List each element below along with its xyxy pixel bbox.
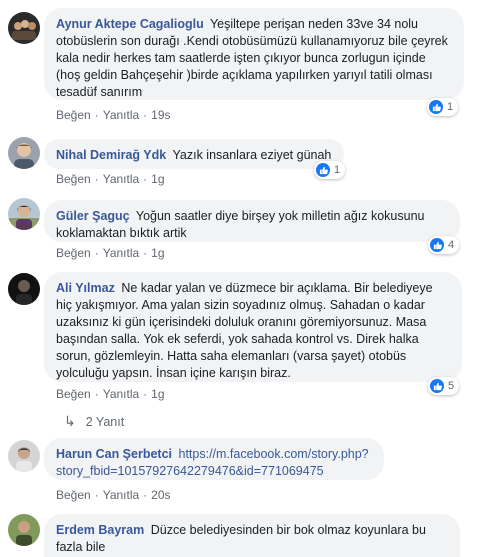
avatar[interactable]	[8, 514, 40, 546]
reply-button[interactable]: Yanıtla	[103, 488, 139, 502]
like-button[interactable]: Beğen	[56, 488, 91, 502]
man-field-photo-icon	[8, 514, 40, 546]
reply-arrow-icon: ↳	[64, 413, 76, 429]
separator: ·	[94, 172, 99, 186]
comment-time[interactable]: 20s	[151, 488, 170, 502]
comment-bubble: Ali Yılmaz Ne kadar yalan ve düzmece bir…	[44, 272, 462, 382]
comment-bubble: Harun Can Şerbetci https://m.facebook.co…	[44, 438, 384, 480]
group-photo-icon	[8, 12, 40, 44]
comment-bubble: Güler Şaguç Yoğun saatler diye birşey yo…	[44, 200, 460, 242]
reaction-number: 1	[334, 164, 341, 176]
comment-author[interactable]: Harun Can Şerbetci	[56, 447, 172, 461]
comment-author[interactable]: Ali Yılmaz	[56, 281, 115, 295]
reply-button[interactable]: Yanıtla	[103, 246, 139, 260]
reaction-number: 5	[448, 380, 455, 392]
like-reaction-icon	[429, 100, 443, 114]
comment-time[interactable]: 1g	[151, 246, 164, 260]
separator: ·	[143, 488, 148, 502]
like-reaction-icon	[316, 163, 330, 177]
reaction-count[interactable]: 1	[314, 161, 346, 179]
comment-text: Yazık insanlara eziyet günah	[172, 148, 332, 162]
comment-bubble: Nihal Demirağ Ydk Yazık insanlara eziyet…	[44, 139, 344, 169]
like-button[interactable]: Beğen	[56, 108, 91, 122]
woman-outdoor-photo-icon	[8, 198, 40, 230]
man-photo-icon	[8, 440, 40, 472]
view-replies-button[interactable]: ↳ 2 Yanıt	[64, 413, 124, 430]
separator: ·	[143, 172, 148, 186]
reply-button[interactable]: Yanıtla	[103, 108, 139, 122]
replies-count: 2 Yanıt	[85, 414, 125, 429]
comment-time[interactable]: 19s	[151, 108, 170, 122]
reaction-count[interactable]: 1	[427, 98, 459, 116]
comment-actions: Beğen · Yanıtla · 20s	[56, 488, 171, 502]
comment-actions: Beğen · Yanıtla · 1g	[56, 387, 165, 401]
separator: ·	[94, 488, 99, 502]
reply-button[interactable]: Yanıtla	[103, 387, 139, 401]
like-reaction-icon	[430, 379, 444, 393]
reaction-number: 4	[448, 239, 455, 251]
comment-actions: Beğen · Yanıtla · 19s	[56, 108, 171, 122]
comment-time[interactable]: 1g	[151, 387, 164, 401]
separator: ·	[94, 108, 99, 122]
like-button[interactable]: Beğen	[56, 172, 91, 186]
man-dark-photo-icon	[8, 273, 40, 305]
comment-actions: Beğen · Yanıtla · 1g	[56, 246, 165, 260]
comment-author[interactable]: Nihal Demirağ Ydk	[56, 148, 166, 162]
separator: ·	[94, 387, 99, 401]
like-button[interactable]: Beğen	[56, 246, 91, 260]
separator: ·	[143, 387, 148, 401]
avatar[interactable]	[8, 440, 40, 472]
avatar[interactable]	[8, 137, 40, 169]
like-button[interactable]: Beğen	[56, 387, 91, 401]
comment-time[interactable]: 1g	[151, 172, 164, 186]
comment-text: Ne kadar yalan ve düzmece bir açıklama. …	[56, 281, 433, 380]
comment-bubble: Erdem Bayram Düzce belediyesinden bir bo…	[44, 514, 460, 557]
like-reaction-icon	[430, 238, 444, 252]
comment-actions: Beğen · Yanıtla · 1g	[56, 172, 165, 186]
comment-author[interactable]: Aynur Aktepe Cagalioglu	[56, 17, 204, 31]
avatar[interactable]	[8, 198, 40, 230]
comment-bubble: Aynur Aktepe Cagalioglu Yeşiltepe perişa…	[44, 8, 464, 100]
comment-author[interactable]: Erdem Bayram	[56, 523, 144, 537]
separator: ·	[143, 246, 148, 260]
comment-author[interactable]: Güler Şaguç	[56, 209, 130, 223]
reply-button[interactable]: Yanıtla	[103, 172, 139, 186]
reaction-count[interactable]: 5	[428, 377, 460, 395]
reaction-count[interactable]: 4	[428, 236, 460, 254]
avatar[interactable]	[8, 273, 40, 305]
reaction-number: 1	[447, 101, 454, 113]
separator: ·	[94, 246, 99, 260]
woman-photo-icon	[8, 137, 40, 169]
avatar[interactable]	[8, 12, 40, 44]
separator: ·	[143, 108, 148, 122]
